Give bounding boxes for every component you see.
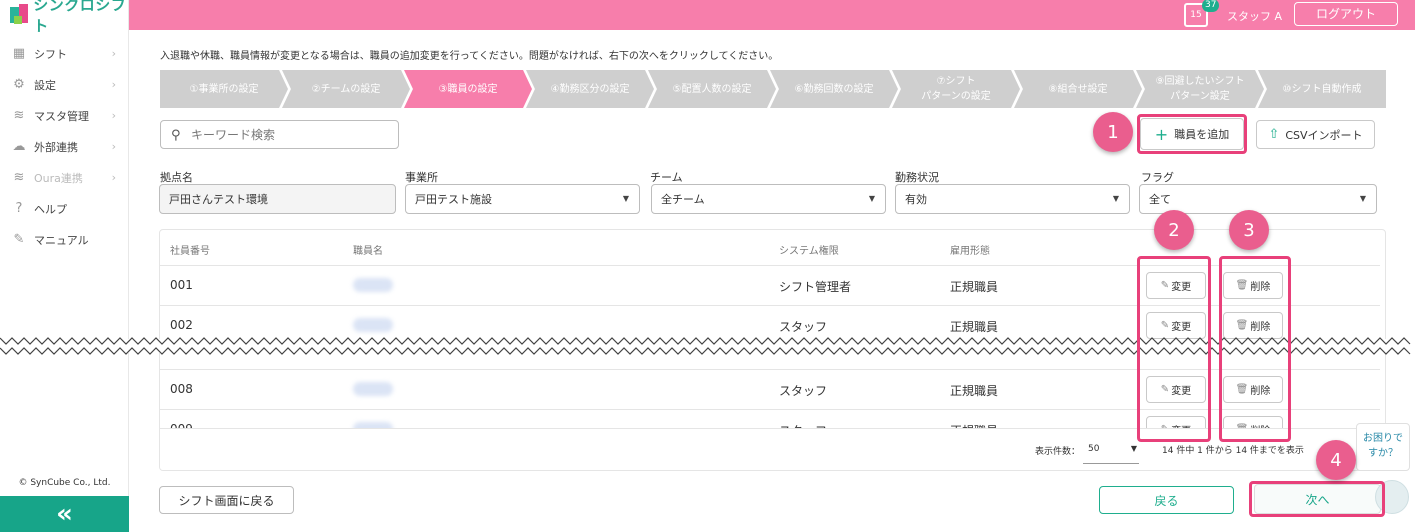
step-staffing-count[interactable]: ⑤配置人数の設定: [648, 70, 776, 108]
sidebar-item-label: マスタ管理: [34, 109, 89, 123]
database-icon: ≋: [13, 170, 25, 185]
step-shift-pattern[interactable]: ⑦シフト パターンの設定: [892, 70, 1020, 108]
status-select[interactable]: 有効 ▼: [895, 184, 1130, 214]
logo-icon: [8, 4, 28, 26]
base-field: 戸田さんテスト環境: [159, 184, 396, 214]
caret-down-icon: ▼: [1359, 194, 1366, 203]
highlight-edit-column: [1137, 256, 1211, 442]
chevron-right-icon: ›: [111, 171, 116, 184]
blurred-name: [353, 382, 393, 396]
office-select[interactable]: 戸田テスト施設 ▼: [405, 184, 640, 214]
pager-label: 表示件数：: [1035, 447, 1081, 457]
step-staff[interactable]: ③職員の設定: [404, 70, 532, 108]
step-auto-create[interactable]: ⑩シフト自動作成: [1258, 70, 1386, 108]
top-header: 15 37 スタッフ A ログアウト: [129, 0, 1415, 30]
per-page-select[interactable]: 50 ▼: [1083, 434, 1139, 464]
sidebar-item-label: シフト: [34, 47, 67, 61]
cloud-icon: ☁: [12, 139, 26, 154]
callout-1: 1: [1093, 112, 1133, 152]
filter-team-label: チーム: [650, 171, 683, 184]
callout-3: 3: [1229, 210, 1269, 250]
sidebar-item-label: マニュアル: [34, 233, 89, 247]
step-combination[interactable]: ⑧組合せ設定: [1014, 70, 1142, 108]
column-header-id: 社員番号: [170, 246, 210, 257]
blurred-name: [353, 318, 393, 332]
sidebar-item-settings[interactable]: ⚙ 設定 ›: [0, 69, 128, 100]
chevron-right-icon: ›: [111, 109, 116, 122]
caret-down-icon: ▼: [1112, 194, 1119, 203]
highlight-next: [1249, 481, 1385, 517]
filter-office-label: 事業所: [405, 171, 438, 184]
step-team[interactable]: ②チームの設定: [282, 70, 410, 108]
csv-import-button[interactable]: ⇧ CSVインポート: [1256, 120, 1375, 149]
upload-icon: ⇧: [1268, 127, 1280, 142]
filter-base-label: 拠点名: [160, 171, 193, 184]
step-work-count[interactable]: ⑥勤務回数の設定: [770, 70, 898, 108]
wizard-steps: ①事業所の設定 ②チームの設定 ③職員の設定 ④勤務区分の設定 ⑤配置人数の設定…: [160, 70, 1386, 108]
sidebar-item-label: Oura連携: [34, 171, 83, 185]
gear-icon: ⚙: [13, 77, 25, 92]
chevron-right-icon: ›: [111, 47, 116, 60]
filter-flag-label: フラグ: [1141, 171, 1174, 184]
prev-button[interactable]: 戻る: [1099, 486, 1234, 514]
edit-icon: ✎: [13, 232, 25, 247]
sidebar-item-manual[interactable]: ✎ マニュアル: [0, 224, 128, 255]
sidebar-item-oura: ≋ Oura連携 ›: [0, 162, 128, 193]
sidebar-item-help[interactable]: ? ヘルプ: [0, 193, 128, 224]
team-select[interactable]: 全チーム ▼: [651, 184, 886, 214]
app-logo[interactable]: シンクロシフト: [0, 0, 128, 35]
column-header-employment: 雇用形態: [950, 246, 990, 257]
sidebar-collapse-button[interactable]: «: [0, 496, 129, 532]
caret-down-icon: ▼: [1130, 444, 1137, 453]
step-avoid-pattern[interactable]: ⑨回避したいシフト パターン設定: [1136, 70, 1264, 108]
search-input[interactable]: [191, 127, 391, 142]
highlight-add-staff: [1137, 114, 1247, 154]
help-icon: ?: [15, 201, 23, 216]
search-box[interactable]: ⚲: [160, 120, 399, 149]
column-header-name: 職員名: [353, 246, 383, 257]
sidebar-item-label: 設定: [34, 78, 56, 92]
sidebar-item-label: ヘルプ: [34, 202, 67, 216]
caret-down-icon: ▼: [868, 194, 875, 203]
user-name: スタッフ A: [1227, 10, 1283, 23]
calendar-icon: ▦: [12, 46, 26, 61]
sidebar-item-label: 外部連携: [34, 140, 78, 154]
blurred-name: [353, 278, 393, 292]
callout-4: 4: [1316, 440, 1356, 480]
app-name: シンクロシフト: [33, 0, 127, 35]
back-to-shift-button[interactable]: シフト画面に戻る: [159, 486, 294, 514]
instruction-text: 入退職や休職、職員情報が変更となる場合は、職員の追加変更を行ってください。問題が…: [160, 51, 779, 62]
sidebar-item-master[interactable]: ≋ マスタ管理 ›: [0, 100, 128, 131]
help-bubble[interactable]: お困りで すか？: [1356, 423, 1410, 471]
filter-status-label: 勤務状況: [895, 171, 939, 184]
pager-range: 14 件中 1 件から 14 件までを表示: [1162, 446, 1304, 456]
notification-badge: 37: [1202, 0, 1220, 12]
step-work-category[interactable]: ④勤務区分の設定: [526, 70, 654, 108]
database-icon: ≋: [13, 108, 25, 123]
step-office[interactable]: ①事業所の設定: [160, 70, 288, 108]
copyright: © SynCube Co., Ltd.: [18, 478, 111, 488]
search-icon: ⚲: [171, 127, 181, 143]
logout-button[interactable]: ログアウト: [1294, 2, 1398, 26]
sidebar: シンクロシフト ▦ シフト › ⚙ 設定 › ≋ マスタ管理 › ☁ 外部連携 …: [0, 0, 129, 532]
sidebar-nav: ▦ シフト › ⚙ 設定 › ≋ マスタ管理 › ☁ 外部連携 › ≋ Oura…: [0, 38, 128, 255]
chevron-right-icon: ›: [111, 140, 116, 153]
caret-down-icon: ▼: [622, 194, 629, 203]
column-header-role: システム権限: [779, 246, 839, 257]
sidebar-item-integration[interactable]: ☁ 外部連携 ›: [0, 131, 128, 162]
sidebar-item-shift[interactable]: ▦ シフト ›: [0, 38, 128, 69]
callout-2: 2: [1154, 210, 1194, 250]
highlight-delete-column: [1219, 256, 1291, 442]
chevron-right-icon: ›: [111, 78, 116, 91]
